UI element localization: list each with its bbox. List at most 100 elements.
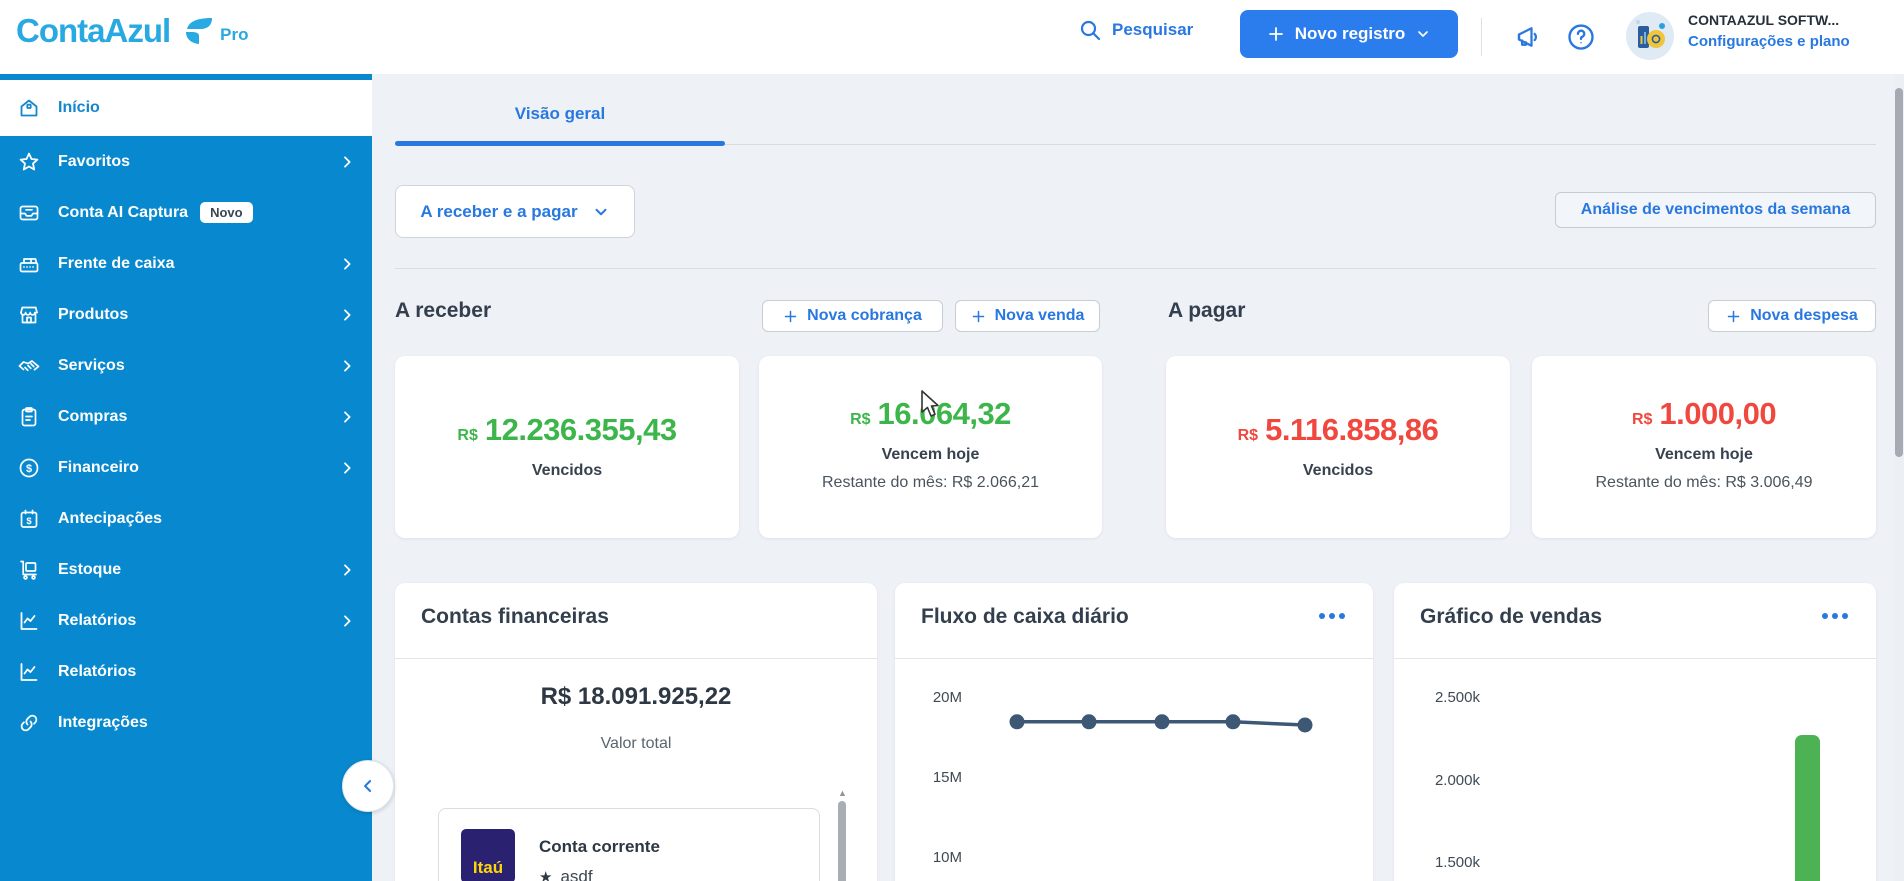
y-tick-20m: 20M (890, 689, 962, 706)
help-icon[interactable] (1566, 22, 1596, 52)
sidebar-item-label: Início (58, 99, 100, 117)
amount-line: R$ 12.236.355,43 (395, 412, 739, 448)
sidebar-item-frente-de-caixa[interactable]: Frente de caixa (0, 238, 372, 289)
home-icon (16, 96, 42, 120)
sidebar-item-financeiro[interactable]: $ Financeiro (0, 442, 372, 493)
card-label: Vencem hoje (1532, 446, 1876, 464)
new-sale-button[interactable]: Nova venda (955, 300, 1100, 332)
new-charge-button[interactable]: Nova cobrança (762, 300, 943, 332)
account-nickname: asdf (560, 867, 592, 881)
new-record-label: Novo registro (1295, 24, 1406, 44)
chevron-right-icon (339, 154, 355, 170)
card-label: Vencidos (395, 462, 739, 480)
sidebar-item-label: Estoque (58, 561, 121, 579)
amount-line: R$ 1.000,00 (1532, 396, 1876, 432)
sidebar-collapse-button[interactable] (342, 760, 394, 812)
panel-divider (895, 658, 1373, 659)
currency-prefix: R$ (1632, 411, 1652, 428)
plus-icon (1726, 309, 1741, 324)
card-sublabel: Restante do mês: R$ 2.066,21 (759, 474, 1102, 492)
hand-truck-icon (16, 558, 42, 582)
page-scrollbar[interactable] (1894, 74, 1904, 881)
sidebar-item-label: Favoritos (58, 153, 130, 171)
chevron-right-icon (339, 562, 355, 578)
page-scrollbar-thumb[interactable] (1895, 88, 1903, 457)
main-content: Visão geral A receber e a pagar Análise … (372, 74, 1904, 881)
account-name-row: ★ asdf (539, 867, 593, 881)
logo-plan-label: Pro (220, 25, 248, 47)
sidebar-item-label: Relatórios (58, 663, 136, 681)
overdue-payable-amount: 5.116.858,86 (1265, 412, 1438, 447)
sidebar-item-label: Antecipações (58, 510, 162, 528)
store-icon (16, 303, 42, 327)
chevron-right-icon (339, 358, 355, 374)
sidebar-item-label: Integrações (58, 714, 148, 732)
clipboard-icon (16, 405, 42, 429)
sidebar-item-conta-ai-captura[interactable]: Conta AI Captura Novo (0, 187, 372, 238)
sidebar-item-label: Frente de caixa (58, 255, 175, 273)
itau-bank-logo: Itaú (461, 829, 515, 881)
account-list-item[interactable]: Itaú Conta corrente ★ asdf (438, 808, 820, 881)
receivables-title: A receber (395, 299, 491, 323)
filter-dropdown[interactable]: A receber e a pagar (395, 185, 635, 238)
receivables-due-today-card: R$16.064,32 Vencem hoje Restante do mês:… (759, 356, 1102, 538)
payables-due-today-card: R$ 1.000,00 Vencem hoje Restante do mês: … (1532, 356, 1876, 538)
sidebar-item-compras[interactable]: Compras (0, 391, 372, 442)
sidebar-item-label: Conta AI Captura (58, 204, 188, 222)
account-list-scrollbar[interactable]: ▲ (838, 788, 847, 881)
active-tab-indicator (395, 141, 725, 146)
card-sublabel: Restante do mês: R$ 3.006,49 (1532, 474, 1876, 492)
calendar-dollar-icon: $ (16, 507, 42, 531)
panel-divider (1394, 658, 1876, 659)
contaazul-logo[interactable]: ContaAzul Pro (16, 14, 249, 47)
tab-visao-geral[interactable]: Visão geral (395, 104, 725, 124)
overdue-receivable-amount: 12.236.355,43 (485, 412, 677, 447)
new-expense-button[interactable]: Nova despesa (1708, 300, 1876, 332)
sidebar-item-favoritos[interactable]: Favoritos (0, 136, 372, 187)
sidebar-item-label: Financeiro (58, 459, 139, 477)
due-today-receivable-amount: 16.064,32 (878, 396, 1011, 431)
account-avatar[interactable] (1626, 12, 1674, 60)
chevron-left-icon (358, 776, 378, 796)
sidebar-item-inicio[interactable]: Início (0, 80, 372, 136)
section-divider (395, 268, 1876, 269)
settings-plan-link[interactable]: Configurações e plano (1688, 33, 1850, 50)
chart-line-icon (16, 660, 42, 684)
account-type: Conta corrente (539, 837, 660, 857)
sidebar-item-estoque[interactable]: Estoque (0, 544, 372, 595)
sidebar-item-antecipacoes[interactable]: $ Antecipações (0, 493, 372, 544)
financial-accounts-panel: Contas financeiras R$ 18.091.925,22 Valo… (395, 583, 877, 881)
search-button[interactable]: Pesquisar (1078, 18, 1193, 42)
chevron-down-icon (592, 203, 610, 221)
search-icon (1078, 18, 1102, 42)
ellipsis-menu-icon[interactable] (1822, 613, 1848, 619)
due-today-payable-amount: 1.000,00 (1659, 396, 1776, 431)
panel-divider (395, 658, 877, 659)
currency-prefix: R$ (457, 427, 477, 444)
sidebar-item-relatorios-1[interactable]: Relatórios (0, 595, 372, 646)
sidebar-nav: Início Favoritos Conta AI Captura Novo F… (0, 74, 372, 881)
amount-line: R$16.064,32 (759, 396, 1102, 432)
new-record-button[interactable]: Novo registro (1240, 10, 1458, 58)
chevron-right-icon (339, 460, 355, 476)
sidebar-item-produtos[interactable]: Produtos (0, 289, 372, 340)
account-name: CONTAAZUL SOFTW... (1688, 12, 1839, 28)
sidebar-item-servicos[interactable]: Serviços (0, 340, 372, 391)
plus-icon (971, 309, 986, 324)
megaphone-icon[interactable] (1513, 22, 1545, 52)
chevron-right-icon (339, 307, 355, 323)
scrollbar-thumb[interactable] (838, 801, 846, 881)
new-expense-label: Nova despesa (1750, 307, 1858, 325)
star-filled-icon[interactable]: ★ (539, 868, 552, 881)
week-due-analysis-button[interactable]: Análise de vencimentos da semana (1555, 192, 1876, 228)
search-label: Pesquisar (1112, 20, 1193, 40)
new-sale-label: Nova venda (995, 307, 1085, 325)
sidebar-item-integracoes[interactable]: Integrações (0, 697, 372, 748)
scroll-up-arrow[interactable]: ▲ (838, 788, 847, 798)
new-charge-label: Nova cobrança (807, 307, 922, 325)
ellipsis-menu-icon[interactable] (1319, 613, 1345, 619)
sidebar-item-label: Produtos (58, 306, 128, 324)
sidebar-item-relatorios-2[interactable]: Relatórios (0, 646, 372, 697)
cash-flow-panel: Fluxo de caixa diário 20M 15M 10M (895, 583, 1373, 881)
inbox-icon (16, 201, 42, 225)
